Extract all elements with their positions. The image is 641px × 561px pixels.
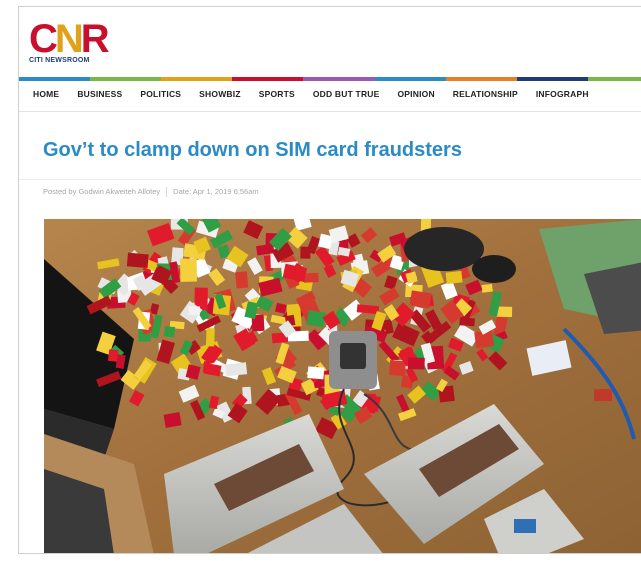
nav-color-segment xyxy=(90,77,162,81)
nav-color-rule xyxy=(19,77,641,81)
nav-item-politics[interactable]: POLITICS xyxy=(140,89,181,99)
sim-card xyxy=(307,366,325,380)
sim-card xyxy=(481,283,493,293)
article-headline[interactable]: Gov’t to clamp down on SIM card fraudste… xyxy=(43,139,462,162)
nav-item-home[interactable]: HOME xyxy=(33,89,59,99)
article-author: Posted by Godwin Akweiteh Allotey xyxy=(43,187,161,196)
sim-card xyxy=(180,258,198,282)
divider xyxy=(19,179,641,180)
sim-card xyxy=(409,290,432,309)
nav-item-relationship[interactable]: RELATIONSHIP xyxy=(453,89,518,99)
sim-card xyxy=(407,357,425,370)
sim-card xyxy=(445,270,463,285)
article-date: Date: Apr 1, 2019 6:56am xyxy=(173,187,259,196)
nav-item-business[interactable]: BUSINESS xyxy=(77,89,122,99)
article-meta: Posted by Godwin Akweiteh Allotey Date: A… xyxy=(43,187,259,198)
sim-card xyxy=(300,246,311,259)
nav-color-segment xyxy=(374,77,446,81)
nav-color-segment xyxy=(516,77,588,81)
nav-item-infographics[interactable]: INFOGRAPH xyxy=(536,89,589,99)
site-logo[interactable]: CNR CITI NEWSROOM xyxy=(29,17,110,64)
sim-card xyxy=(163,325,176,338)
nav-color-segment xyxy=(19,77,91,81)
logo-mark: CNR xyxy=(29,17,110,61)
sim-card xyxy=(496,306,513,318)
nav-color-segment xyxy=(587,77,641,81)
nav-color-segment xyxy=(232,77,304,81)
main-navigation: HOME BUSINESS POLITICS SHOWBIZ SPORTS OD… xyxy=(19,77,641,112)
sim-card xyxy=(188,306,201,316)
sim-card xyxy=(224,362,248,377)
sim-card xyxy=(235,271,249,289)
nav-item-odd-but-true[interactable]: ODD BUT TRUE xyxy=(313,89,380,99)
meta-separator xyxy=(166,187,168,198)
nav-color-segment xyxy=(445,77,517,81)
nav-item-showbiz[interactable]: SHOWBIZ xyxy=(199,89,241,99)
sim-card xyxy=(306,310,327,328)
sim-cards-photo xyxy=(44,219,641,553)
nav-item-opinion[interactable]: OPINION xyxy=(398,89,435,99)
nav-color-segment xyxy=(161,77,233,81)
sim-card xyxy=(126,252,149,269)
article-page: CNR CITI NEWSROOM HOME BUSINESS POLITICS… xyxy=(18,6,641,554)
article-photo xyxy=(44,219,641,553)
nav-item-sports[interactable]: SPORTS xyxy=(259,89,295,99)
sim-card xyxy=(163,412,182,428)
sim-card xyxy=(389,360,406,377)
nav-color-segment xyxy=(303,77,375,81)
sim-card xyxy=(205,328,215,347)
